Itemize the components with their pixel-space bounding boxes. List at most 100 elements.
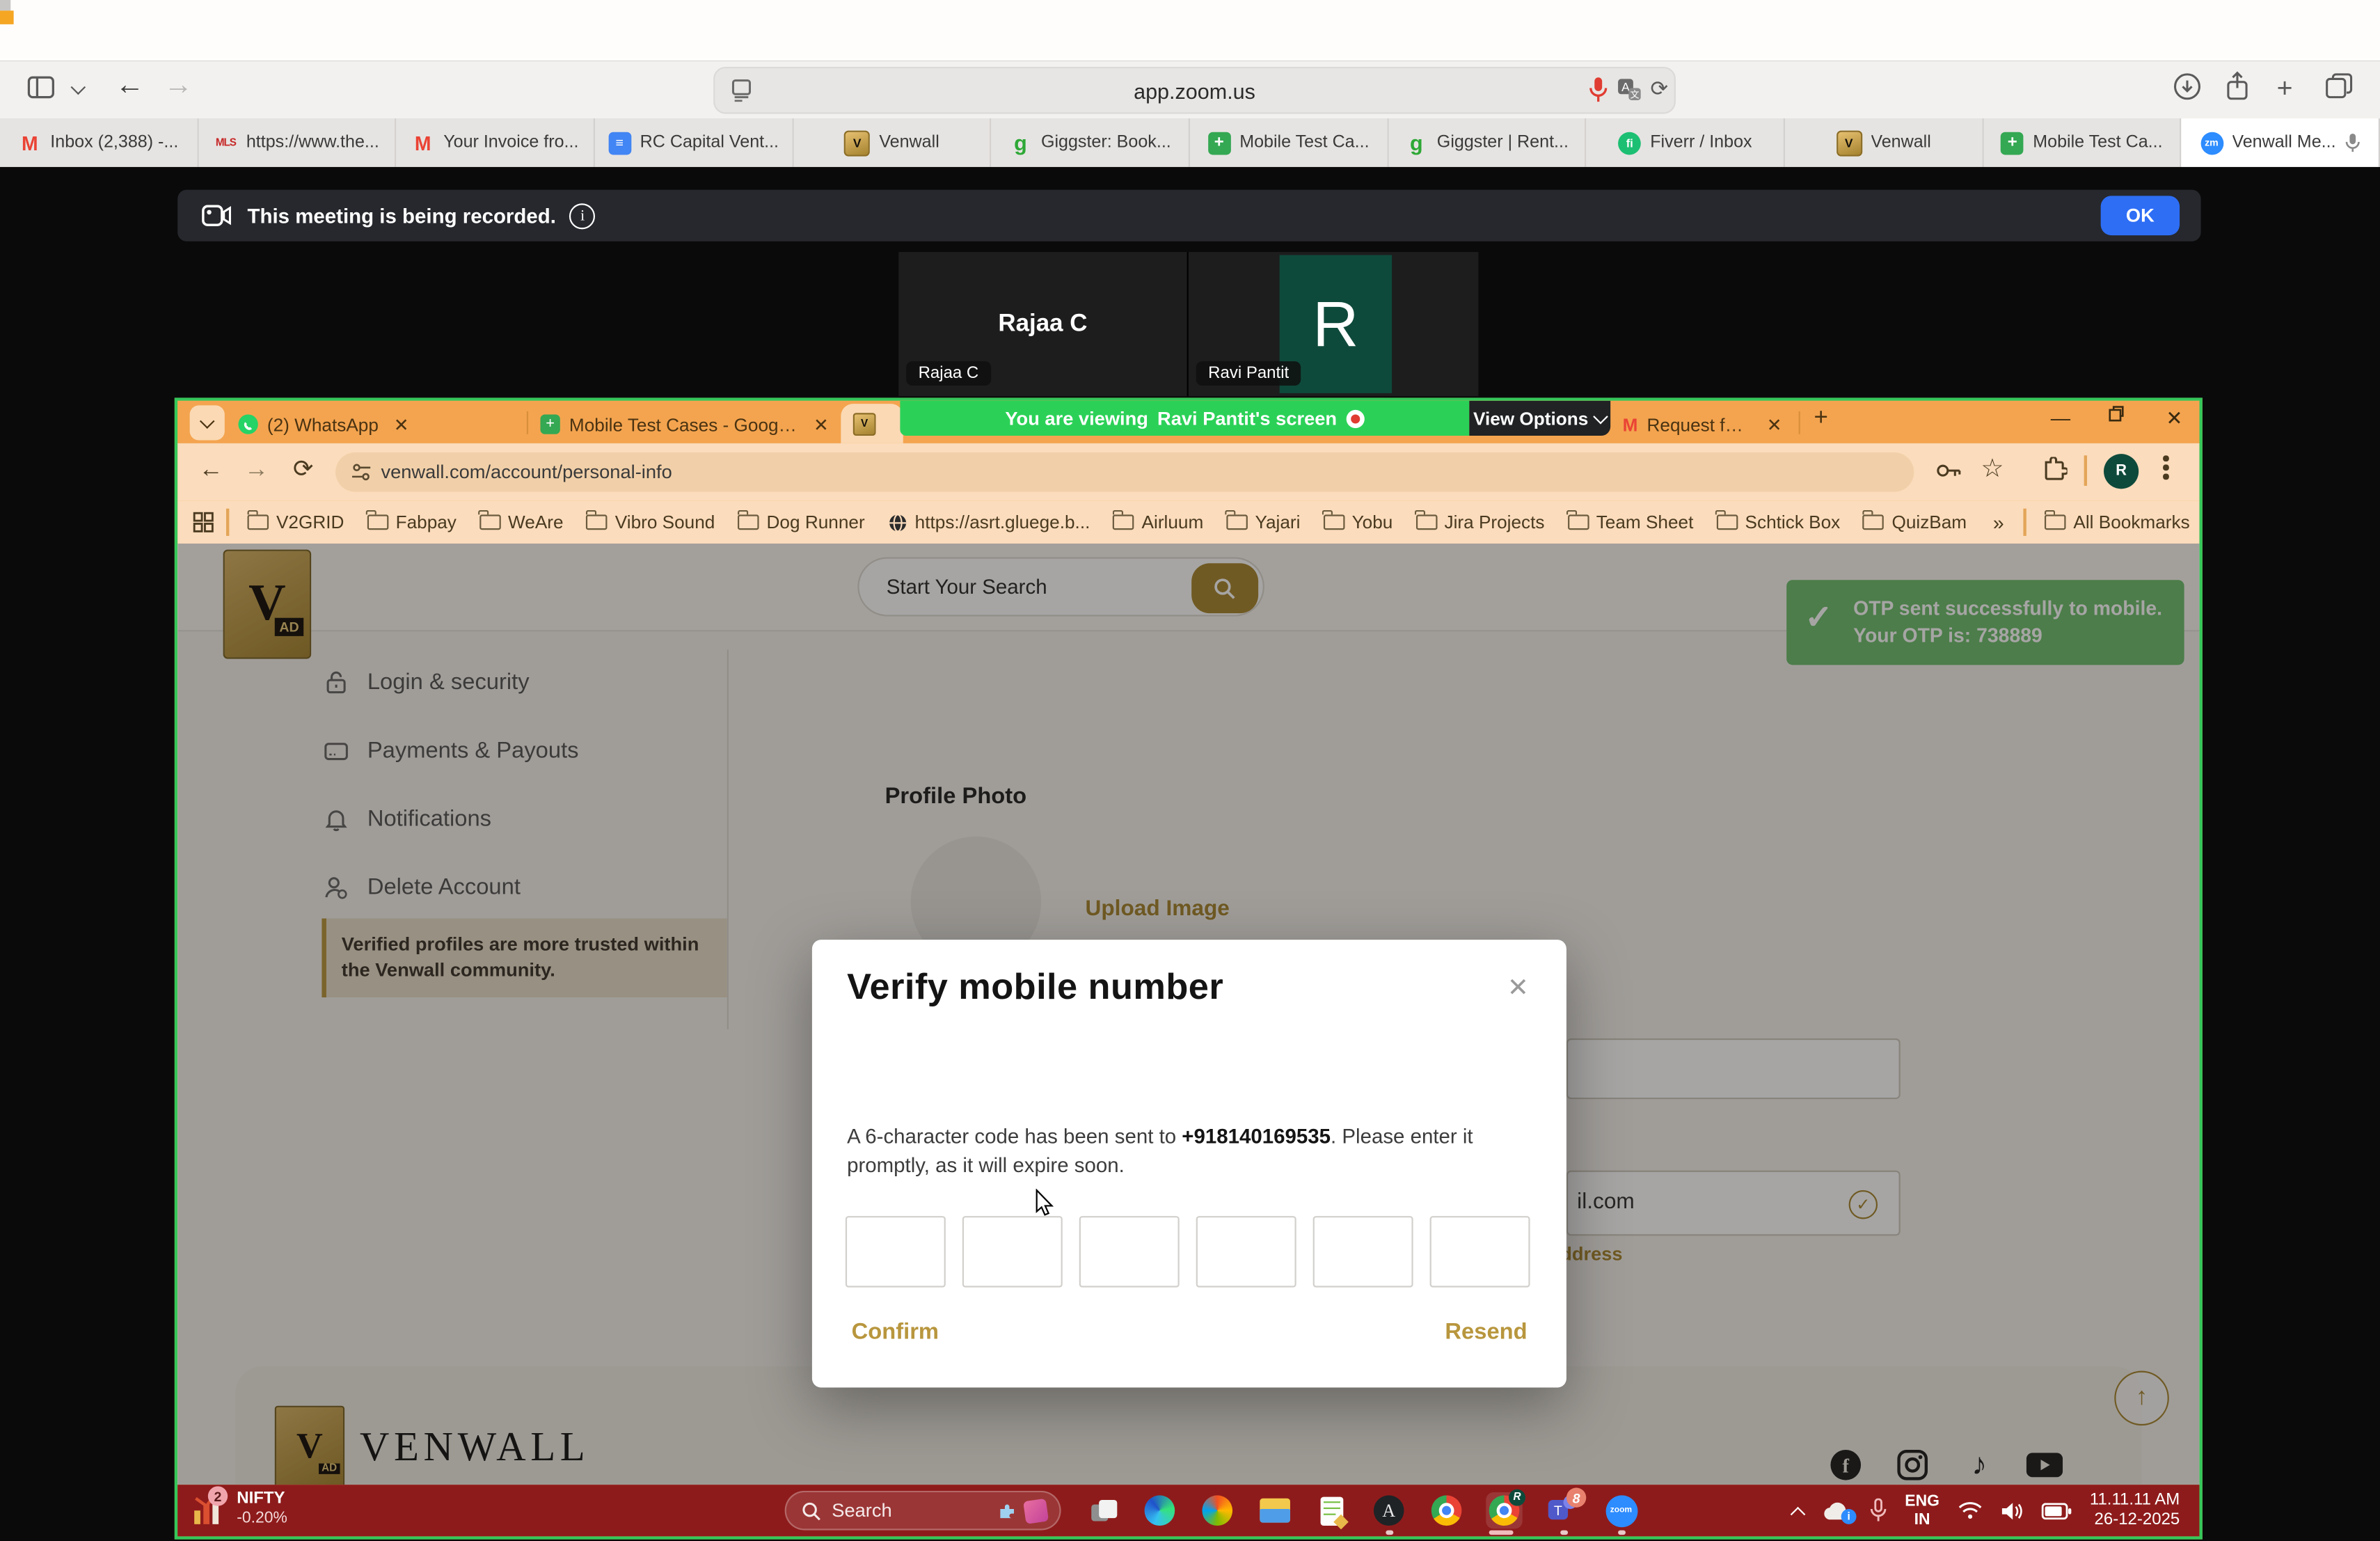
downloads-icon[interactable] [2173,73,2200,100]
tray-expand-icon[interactable] [1791,1506,1806,1522]
sidebar-chevron-icon[interactable] [71,80,86,95]
teams-icon[interactable]: T8 [1545,1492,1581,1528]
safari-tab-invoice[interactable]: MYour Invoice fro... [397,118,595,167]
translate-icon[interactable]: A文 [1617,77,1641,102]
safari-tab-fiverr[interactable]: fiFiverr / Inbox [1587,118,1785,167]
back-icon[interactable]: ← [116,70,144,103]
chrome-address-bar[interactable]: venwall.com/account/personal-info [335,452,1914,492]
forward-icon[interactable]: → [164,70,193,103]
chrome-profile-avatar[interactable]: R [2104,454,2139,489]
language-indicator[interactable]: ENGIN [1905,1492,1939,1528]
taskbar-search[interactable]: Search [785,1491,1061,1531]
back-icon[interactable]: ← [199,457,223,484]
otp-input-3[interactable] [1079,1216,1180,1288]
modal-close-icon[interactable]: ✕ [1507,973,1529,1004]
onedrive-icon[interactable]: i [1821,1500,1852,1522]
password-key-icon[interactable] [1935,460,1962,482]
tab-search-chevron[interactable] [190,405,225,440]
reload-icon[interactable]: ⟳ [1650,76,1668,102]
bookmark-folder-yobu[interactable]: Yobu [1323,512,1393,533]
new-tab-icon[interactable]: + [2277,73,2293,105]
app-a-icon[interactable]: A [1371,1492,1407,1528]
mic-tray-icon[interactable] [1870,1499,1887,1523]
safari-tab-mobile-test-2[interactable]: +Mobile Test Ca... [1983,118,2182,167]
wifi-icon[interactable] [1958,1501,1982,1519]
view-options-button[interactable]: View Options [1469,401,1610,436]
bookmark-folder-dog-runner[interactable]: Dog Runner [738,512,865,533]
chrome-tab-whatsapp[interactable]: (2) WhatsApp✕ [229,405,525,443]
bookmark-link-asrt[interactable]: https://asrt.gluege.b... [887,512,1090,533]
tab-close-icon[interactable]: ✕ [1767,413,1782,435]
reader-icon[interactable] [730,79,753,102]
share-icon[interactable] [2226,72,2250,100]
ok-button[interactable]: OK [2101,196,2180,235]
bookmark-folder-v2grid[interactable]: V2GRID [248,512,344,533]
close-icon[interactable]: ✕ [2166,407,2182,432]
extensions-icon[interactable] [2042,457,2068,483]
safari-tab-giggster-book[interactable]: gGiggster: Book... [992,118,1190,167]
edge-icon[interactable] [1141,1492,1177,1528]
participant-tile-ravi[interactable]: R Ravi Pantit [1189,252,1479,396]
safari-tab-venwall-1[interactable]: VVenwall [793,118,992,167]
safari-tab-rc-capital[interactable]: ≡RC Capital Vent... [595,118,793,167]
bookmark-folder-jira-projects[interactable]: Jira Projects [1415,512,1544,533]
chrome-profile-icon-active[interactable]: R [1486,1492,1522,1528]
taskbar-widget-nifty[interactable]: 2 NIFTY -0.20% [193,1489,287,1529]
modal-body-text: A 6-character code has been sent to +918… [847,1122,1491,1180]
tab-close-icon[interactable]: ✕ [814,413,829,435]
info-icon[interactable]: i [570,203,596,228]
otp-input-5[interactable] [1313,1216,1413,1288]
microphone-icon[interactable] [1589,76,1608,103]
bookmark-folder-airluum[interactable]: Airluum [1113,512,1203,533]
bookmark-folder-weare[interactable]: WeAre [479,512,564,533]
bookmark-folder-yajari[interactable]: Yajari [1226,512,1300,533]
safari-tab-mobile-test-1[interactable]: +Mobile Test Ca... [1190,118,1388,167]
safari-tab-giggster-rent[interactable]: gGiggster | Rent... [1388,118,1587,167]
apps-grid-icon[interactable] [193,512,214,533]
bookmark-folder-vibro-sound[interactable]: Vibro Sound [586,512,715,533]
otp-input-1[interactable] [846,1216,946,1288]
bookmark-folder-schtick-box[interactable]: Schtick Box [1716,512,1840,533]
safari-tab-venwall-meeting-active[interactable]: zmVenwall Me... [2182,118,2380,167]
new-tab-icon[interactable]: + [1814,405,1827,432]
tab-overview-icon[interactable] [2325,73,2352,99]
safari-address-bar[interactable]: app.zoom.us A文 ⟳ [713,67,1676,114]
forward-icon[interactable]: → [244,457,269,484]
maximize-icon[interactable] [2109,405,2125,422]
bookmark-folder-quizbam[interactable]: QuizBam [1863,512,1967,533]
bookmarks-overflow-icon[interactable]: » [1993,511,2004,534]
safari-tab-venwall-2[interactable]: VVenwall [1785,118,1983,167]
reload-icon[interactable]: ⟳ [293,457,313,484]
chrome-tab-venwall-active[interactable]: V [841,404,903,443]
confirm-button[interactable]: Confirm [852,1319,939,1345]
otp-input-4[interactable] [1196,1216,1296,1288]
chrome-menu-icon[interactable] [2163,455,2168,479]
zoom-app-icon[interactable]: zoom [1603,1492,1639,1528]
chrome-icon[interactable] [1428,1492,1464,1528]
sidebar-toggle-icon[interactable] [27,76,54,99]
chrome-tab-gmail[interactable]: M Request for Half-Day Leave - ra✕ [1614,405,1791,443]
resend-button[interactable]: Resend [1445,1319,1527,1345]
zoom-icon: zm [2200,132,2223,155]
otp-input-2[interactable] [962,1216,1063,1288]
minimize-icon[interactable]: — [2051,407,2070,430]
file-explorer-icon[interactable] [1257,1492,1293,1528]
bookmark-folder-fabpay[interactable]: Fabpay [367,512,457,533]
all-bookmarks[interactable]: All Bookmarks [2045,512,2190,533]
chrome-tab-sheets[interactable]: + Mobile Test Cases - Google She✕ [531,405,838,443]
volume-icon[interactable] [2000,1501,2023,1520]
task-view-icon[interactable] [1086,1492,1122,1528]
tab-close-icon[interactable]: ✕ [394,413,409,435]
bookmark-folder-team-sheet[interactable]: Team Sheet [1567,512,1693,533]
copilot-icon[interactable] [1199,1492,1235,1528]
battery-icon[interactable] [2041,1502,2072,1519]
safari-tab-mls[interactable]: MLShttps://www.the... [198,118,397,167]
notepad-icon[interactable] [1313,1492,1349,1528]
site-settings-icon[interactable] [349,460,374,484]
otp-input-6[interactable] [1430,1216,1530,1288]
safari-tab-inbox[interactable]: MInbox (2,388) -... [0,118,198,167]
bookmark-star-icon[interactable]: ☆ [1981,454,2004,484]
start-button[interactable] [733,1497,769,1533]
clock[interactable]: 11.11.11 AM26-12-2025 [2090,1491,2180,1531]
participant-tile-rajaa[interactable]: Rajaa C Rajaa C [898,252,1189,396]
